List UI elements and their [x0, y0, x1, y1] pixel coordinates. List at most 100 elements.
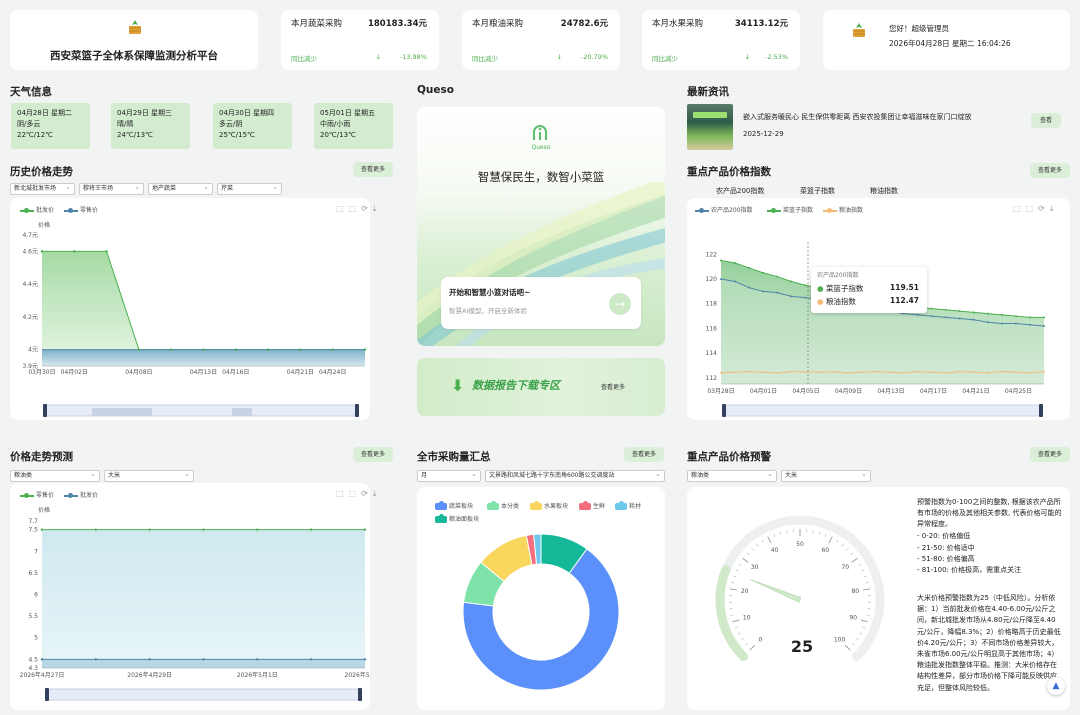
wholesale-point: [234, 348, 237, 351]
history-market-select[interactable]: 新北城批发市场: [10, 183, 75, 195]
series-point: [720, 371, 722, 374]
chat-entry[interactable]: 开始和智慧小篮对话吧~ 智慧AI模型，开启全新体验 →: [441, 277, 641, 329]
index-more-button[interactable]: 查看更多: [1030, 163, 1070, 178]
wholesale-area: [42, 659, 365, 668]
warning-gauge-svg: 0 10 20 30 40 50 60 70 80 90 100: [715, 515, 885, 662]
history-category-select[interactable]: 地产蔬菜: [148, 183, 213, 195]
gauge-tick: [732, 619, 740, 623]
history-shop-select[interactable]: 穆将王市场: [79, 183, 144, 195]
wholesale-point: [363, 658, 367, 661]
gauge-tick: [779, 531, 782, 535]
gauge-tick: [812, 530, 814, 534]
series-point: [902, 371, 905, 374]
x-tick-label: 04月16日: [222, 369, 249, 376]
gauge-tick: [863, 588, 871, 591]
series-point: [1014, 371, 1017, 374]
down-arrow-icon: ↓: [744, 53, 750, 61]
series-point: [1014, 315, 1017, 318]
zoom-slider: [723, 404, 1042, 417]
y-tick-label: 5.5: [28, 613, 38, 620]
index-chart-card: 农产品200指数 菜篮子指数 粮油指数 ⬚⬚⟳⤓ 112 114 116 118 120…: [687, 198, 1070, 420]
x-tick-label: 2026年4月27日: [20, 671, 65, 679]
series-point: [972, 318, 975, 321]
series-point: [762, 290, 765, 293]
series-point: [1043, 324, 1045, 327]
news-headline[interactable]: 嵌入式服务暖民心 民生保供零距离 西安农投集团让幸福滋味在家门口绽放: [743, 112, 971, 122]
stat-card-fruit: 本月水果采购 34113.12元 同比减少 ↓ -2.53%: [642, 10, 800, 70]
gauge-value: 25: [790, 637, 814, 656]
series-point: [790, 370, 793, 373]
x-tick-label: 03月30日: [28, 369, 55, 376]
zoom-handle: [355, 404, 359, 417]
x-tick-label: 04月01日: [750, 388, 777, 395]
gauge-tick: [742, 557, 749, 563]
zoom-handle: [45, 688, 49, 701]
weather-day-1: 04月28日 星期二 阴/多云 22℃/12℃: [11, 103, 90, 149]
series-point: [720, 278, 722, 281]
zoom-handle: [43, 404, 47, 417]
warning-product-select[interactable]: 大米: [781, 470, 871, 482]
wholesale-point: [170, 348, 173, 351]
gauge-tick-label: 10: [743, 614, 751, 621]
x-tick-label: 2026年5月1日: [237, 671, 278, 679]
gauge-tick-label: 30: [751, 564, 759, 571]
index-tab-1[interactable]: 农产品200指数: [716, 186, 764, 196]
x-tick-label: 04月13日: [190, 369, 217, 376]
download-card[interactable]: ⬇ 数据报告下载专区 查看更多: [417, 358, 665, 416]
forecast-more-button[interactable]: 查看更多: [353, 447, 393, 462]
index-tab-3[interactable]: 粮油指数: [870, 186, 898, 196]
queso-title: Queso: [417, 84, 454, 96]
x-tick-label: 04月08日: [125, 369, 152, 376]
y-tick-label: 7: [34, 548, 38, 555]
gauge-tick: [734, 626, 738, 629]
series-point: [804, 296, 807, 299]
series-point: [748, 266, 751, 269]
index-title: 重点产品价格指数: [687, 166, 771, 178]
series-point: [916, 370, 919, 373]
gauge-tick: [729, 588, 737, 591]
history-product-select[interactable]: 芹菜: [217, 183, 282, 195]
forecast-chart-card: 零售价 批发价 ⬚⬚⟳⤓ 价格 4.3 4.5 5 5.5 6 6.5 7 7.5 7.7 202…: [10, 483, 376, 710]
slider-shadow: [92, 408, 152, 416]
retail-point: [256, 528, 259, 531]
scroll-top-icon[interactable]: ▲: [1047, 677, 1065, 695]
x-tick-label: 2026年4月29日: [127, 671, 172, 679]
series-point: [944, 316, 947, 319]
gauge-tick-label: 90: [849, 614, 857, 621]
history-more-button[interactable]: 查看更多: [353, 162, 393, 177]
gauge-tick-label: 60: [822, 547, 830, 554]
forecast-category-select[interactable]: 粮油类: [10, 470, 100, 482]
warning-category-select[interactable]: 粮油类: [687, 470, 777, 482]
warning-more-button[interactable]: 查看更多: [1030, 447, 1070, 462]
series-point: [1028, 371, 1031, 374]
x-tick-label: 04月05日: [792, 388, 819, 395]
gauge-tick: [851, 557, 858, 563]
user-logo: [851, 22, 867, 40]
y-tick-label: 118: [706, 301, 718, 308]
series-point: [734, 261, 737, 264]
warning-desc-4: - 51-80: 价格偏高: [917, 555, 975, 563]
purchase-period-select[interactable]: 月: [417, 470, 481, 482]
gauge-tick: [731, 582, 735, 584]
arrow-right-icon[interactable]: →: [609, 293, 631, 315]
y-tick-label: 4.4元: [22, 281, 38, 288]
series-point: [748, 286, 751, 289]
forecast-product-select[interactable]: 大米: [104, 470, 194, 482]
wholesale-point: [40, 658, 44, 661]
series-point: [916, 313, 919, 316]
series-point: [804, 284, 807, 287]
news-view-button[interactable]: 查看: [1031, 113, 1061, 128]
gauge-tick: [828, 536, 833, 544]
purchase-site-select[interactable]: 文景路和凤城七路十字东南角600路公交调度站: [485, 470, 665, 482]
series-point: [734, 371, 737, 374]
gauge-tick: [738, 563, 742, 566]
news-thumbnail[interactable]: [687, 104, 733, 150]
series-point: [972, 371, 975, 374]
series-point: [762, 271, 765, 274]
y-tick-label: 4.6元: [22, 248, 38, 255]
series-point: [1043, 316, 1045, 319]
index-tab-2[interactable]: 菜篮子指数: [800, 186, 835, 196]
purchase-more-button[interactable]: 查看更多: [624, 447, 664, 462]
gauge-tick: [746, 552, 750, 556]
gauge-tick: [818, 531, 821, 535]
